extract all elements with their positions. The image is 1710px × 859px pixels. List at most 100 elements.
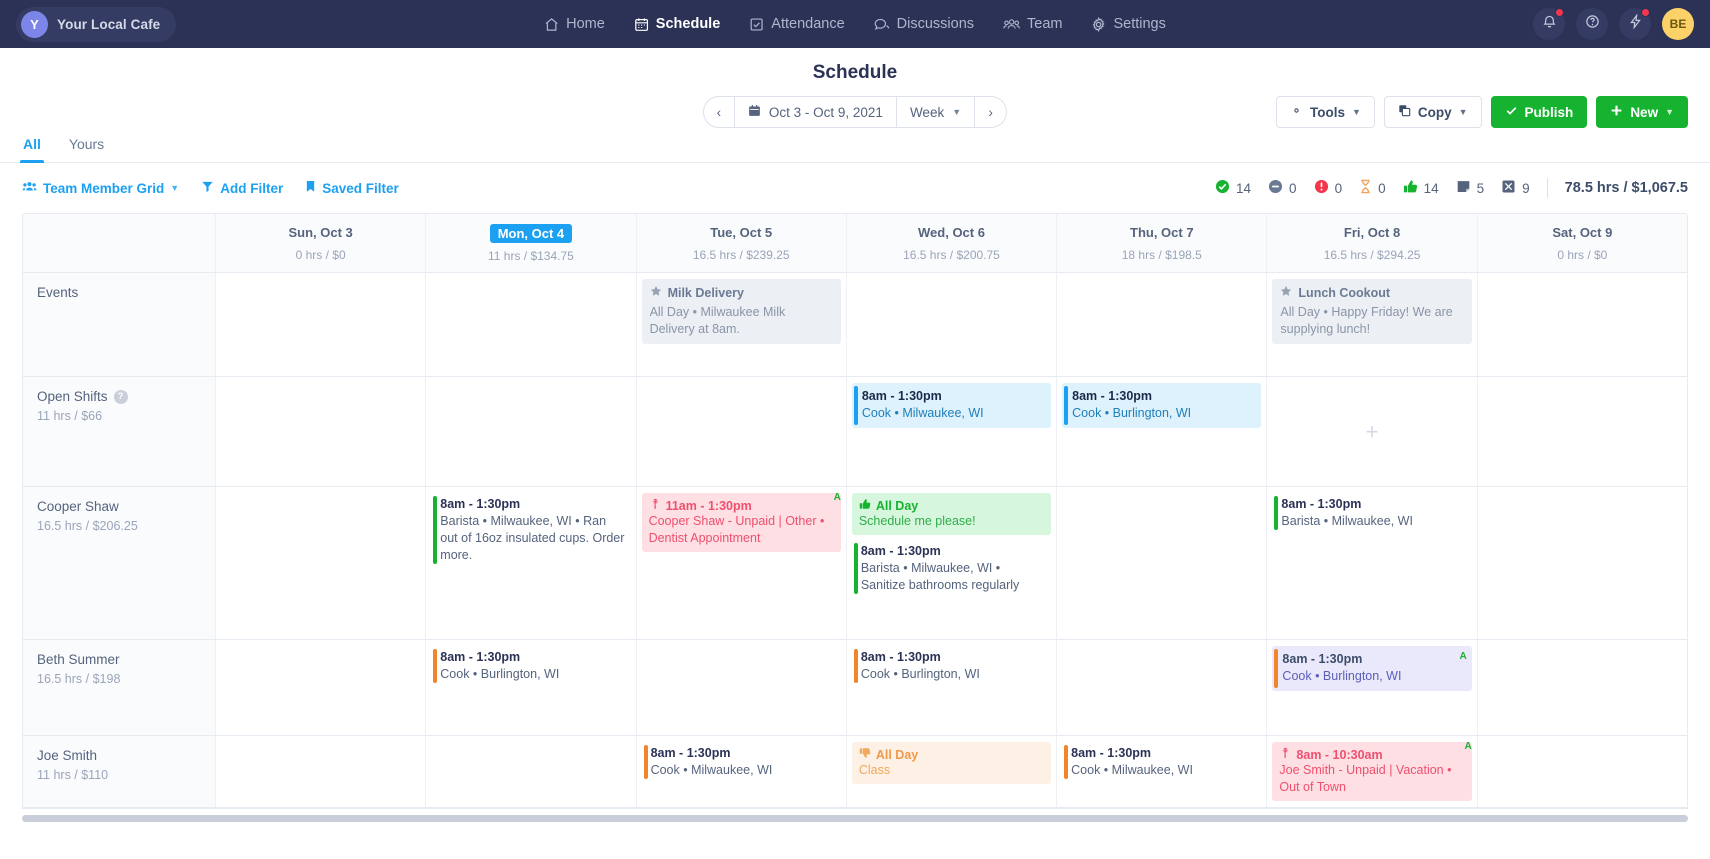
cell-open-wed[interactable]: 8am - 1:30pm Cook • Milwaukee, WI	[846, 377, 1056, 487]
chevron-down-icon: ▼	[1665, 107, 1674, 117]
date-range-button[interactable]: Oct 3 - Oct 9, 2021	[735, 96, 897, 128]
cell-cooper-mon[interactable]: 8am - 1:30pm Barista • Milwaukee, WI • R…	[425, 487, 635, 640]
cell-joe-sat[interactable]	[1477, 736, 1687, 808]
nav-item-team[interactable]: Team	[991, 9, 1074, 39]
row-header-cooper-shaw[interactable]: Cooper Shaw 16.5 hrs / $206.25	[23, 487, 215, 640]
user-avatar[interactable]: BE	[1662, 8, 1694, 40]
shift-card[interactable]: 8am - 1:30pm Cook • Milwaukee, WI	[642, 742, 841, 782]
cell-cooper-sat[interactable]	[1477, 487, 1687, 640]
help-button[interactable]	[1576, 8, 1608, 40]
stat-conflicts[interactable]: 0	[1314, 179, 1343, 197]
event-card[interactable]: Lunch Cookout All Day • Happy Friday! We…	[1272, 279, 1471, 344]
cell-joe-mon[interactable]	[425, 736, 635, 808]
cell-events-sat[interactable]	[1477, 273, 1687, 377]
shift-card[interactable]: 8am - 1:30pm Barista • Milwaukee, WI	[1272, 493, 1471, 533]
cell-beth-thu[interactable]	[1056, 640, 1266, 736]
cell-events-mon[interactable]	[425, 273, 635, 377]
view-period-select[interactable]: Week ▼	[897, 96, 975, 128]
cell-open-tue[interactable]	[636, 377, 846, 487]
shift-card[interactable]: A 8am - 1:30pm Cook • Burlington, WI	[1272, 646, 1471, 691]
shift-detail: Cook • Burlington, WI	[1282, 668, 1465, 685]
nav-item-home[interactable]: Home	[532, 9, 617, 39]
nav-item-attendance[interactable]: Attendance	[737, 9, 856, 39]
activity-button[interactable]	[1619, 8, 1651, 40]
tab-all[interactable]: All	[22, 132, 42, 162]
add-shift-icon[interactable]: +	[1366, 421, 1379, 443]
tools-button[interactable]: Tools ▼	[1276, 96, 1375, 128]
row-header-joe-smith[interactable]: Joe Smith 11 hrs / $110	[23, 736, 215, 808]
row-header-beth-summer[interactable]: Beth Summer 16.5 hrs / $198	[23, 640, 215, 736]
next-week-button[interactable]: ›	[975, 96, 1007, 128]
cell-joe-tue[interactable]: 8am - 1:30pm Cook • Milwaukee, WI	[636, 736, 846, 808]
cell-cooper-thu[interactable]	[1056, 487, 1266, 640]
cell-events-fri[interactable]: Lunch Cookout All Day • Happy Friday! We…	[1266, 273, 1476, 377]
cell-joe-wed[interactable]: All Day Class	[846, 736, 1056, 808]
cell-beth-sun[interactable]	[215, 640, 425, 736]
primary-nav: Home Schedule Attendance Discussions Tea…	[532, 9, 1178, 39]
shift-card[interactable]: 8am - 1:30pm Cook • Milwaukee, WI	[1062, 742, 1261, 782]
brand-workspace-button[interactable]: Y Your Local Cafe	[16, 7, 176, 42]
cell-events-sun[interactable]	[215, 273, 425, 377]
nav-item-settings[interactable]: Settings	[1079, 9, 1177, 39]
cell-open-thu[interactable]: 8am - 1:30pm Cook • Burlington, WI	[1056, 377, 1266, 487]
new-button[interactable]: New ▼	[1596, 96, 1688, 128]
team-member-grid-select[interactable]: Team Member Grid ▼	[22, 180, 179, 196]
cell-open-fri[interactable]: +	[1266, 377, 1476, 487]
stat-preferences[interactable]: 14	[1403, 179, 1439, 197]
palm-tree-icon	[649, 498, 661, 513]
stat-unassigned[interactable]: 0	[1268, 179, 1297, 197]
availability-preference-card[interactable]: All Day Schedule me please!	[852, 493, 1051, 535]
time-off-card[interactable]: A 11am - 1:30pm Cooper Shaw - Unpaid | O…	[642, 493, 841, 552]
cell-beth-tue[interactable]	[636, 640, 846, 736]
cell-cooper-fri[interactable]: 8am - 1:30pm Barista • Milwaukee, WI	[1266, 487, 1476, 640]
add-filter-button[interactable]: Add Filter	[201, 180, 283, 196]
shift-card[interactable]: 8am - 1:30pm Cook • Milwaukee, WI	[852, 383, 1051, 428]
stat-pending[interactable]: 0	[1359, 179, 1386, 197]
shift-card[interactable]: 8am - 1:30pm Barista • Milwaukee, WI • S…	[852, 540, 1051, 597]
availability-preference-card[interactable]: All Day Class	[852, 742, 1051, 784]
cell-cooper-sun[interactable]	[215, 487, 425, 640]
previous-week-button[interactable]: ‹	[703, 96, 735, 128]
cell-joe-fri[interactable]: A 8am - 10:30am Joe Smith - Unpaid | Vac…	[1266, 736, 1476, 808]
stat-swaps[interactable]: 9	[1501, 179, 1530, 197]
shift-card[interactable]: 8am - 1:30pm Cook • Burlington, WI	[431, 646, 630, 686]
cell-cooper-tue[interactable]: A 11am - 1:30pm Cooper Shaw - Unpaid | O…	[636, 487, 846, 640]
publish-button[interactable]: Publish	[1491, 96, 1588, 128]
cell-events-thu[interactable]	[1056, 273, 1266, 377]
time-off-card[interactable]: A 8am - 10:30am Joe Smith - Unpaid | Vac…	[1272, 742, 1471, 801]
saved-filter-button[interactable]: Saved Filter	[305, 180, 399, 196]
cell-beth-sat[interactable]	[1477, 640, 1687, 736]
cell-cooper-wed[interactable]: All Day Schedule me please! 8am - 1:30pm…	[846, 487, 1056, 640]
shift-card[interactable]: 8am - 1:30pm Barista • Milwaukee, WI • R…	[431, 493, 630, 567]
cell-open-mon[interactable]	[425, 377, 635, 487]
cell-joe-thu[interactable]: 8am - 1:30pm Cook • Milwaukee, WI	[1056, 736, 1266, 808]
cell-beth-fri[interactable]: A 8am - 1:30pm Cook • Burlington, WI	[1266, 640, 1476, 736]
cell-open-sat[interactable]	[1477, 377, 1687, 487]
shift-card[interactable]: 8am - 1:30pm Cook • Burlington, WI	[852, 646, 1051, 686]
nav-item-schedule[interactable]: Schedule	[622, 9, 732, 39]
tab-yours[interactable]: Yours	[68, 132, 105, 162]
notifications-button[interactable]	[1533, 8, 1565, 40]
stat-notes[interactable]: 5	[1456, 179, 1485, 197]
shift-card[interactable]: 8am - 1:30pm Cook • Burlington, WI	[1062, 383, 1261, 428]
cell-open-sun[interactable]	[215, 377, 425, 487]
nav-label-schedule: Schedule	[656, 16, 720, 32]
event-card[interactable]: Milk Delivery All Day • Milwaukee Milk D…	[642, 279, 841, 344]
nav-item-discussions[interactable]: Discussions	[862, 9, 986, 39]
shift-detail: Cook • Burlington, WI	[861, 666, 1047, 683]
help-icon[interactable]: ?	[114, 390, 128, 404]
shift-detail: Cook • Burlington, WI	[1072, 405, 1255, 422]
cell-beth-mon[interactable]: 8am - 1:30pm Cook • Burlington, WI	[425, 640, 635, 736]
copy-button[interactable]: Copy ▼	[1384, 96, 1482, 128]
cell-joe-sun[interactable]	[215, 736, 425, 808]
open-shifts-totals: 11 hrs / $66	[37, 409, 201, 423]
stat-published[interactable]: 14	[1215, 179, 1251, 197]
event-title-row: Lunch Cookout	[1280, 285, 1463, 302]
cell-events-wed[interactable]	[846, 273, 1056, 377]
workspace-name: Your Local Cafe	[57, 17, 160, 32]
cell-beth-wed[interactable]: 8am - 1:30pm Cook • Burlington, WI	[846, 640, 1056, 736]
schedule-totals: 78.5 hrs / $1,067.5	[1565, 180, 1688, 196]
add-filter-label: Add Filter	[220, 181, 283, 196]
cell-events-tue[interactable]: Milk Delivery All Day • Milwaukee Milk D…	[636, 273, 846, 377]
horizontal-scrollbar[interactable]	[22, 815, 1688, 822]
